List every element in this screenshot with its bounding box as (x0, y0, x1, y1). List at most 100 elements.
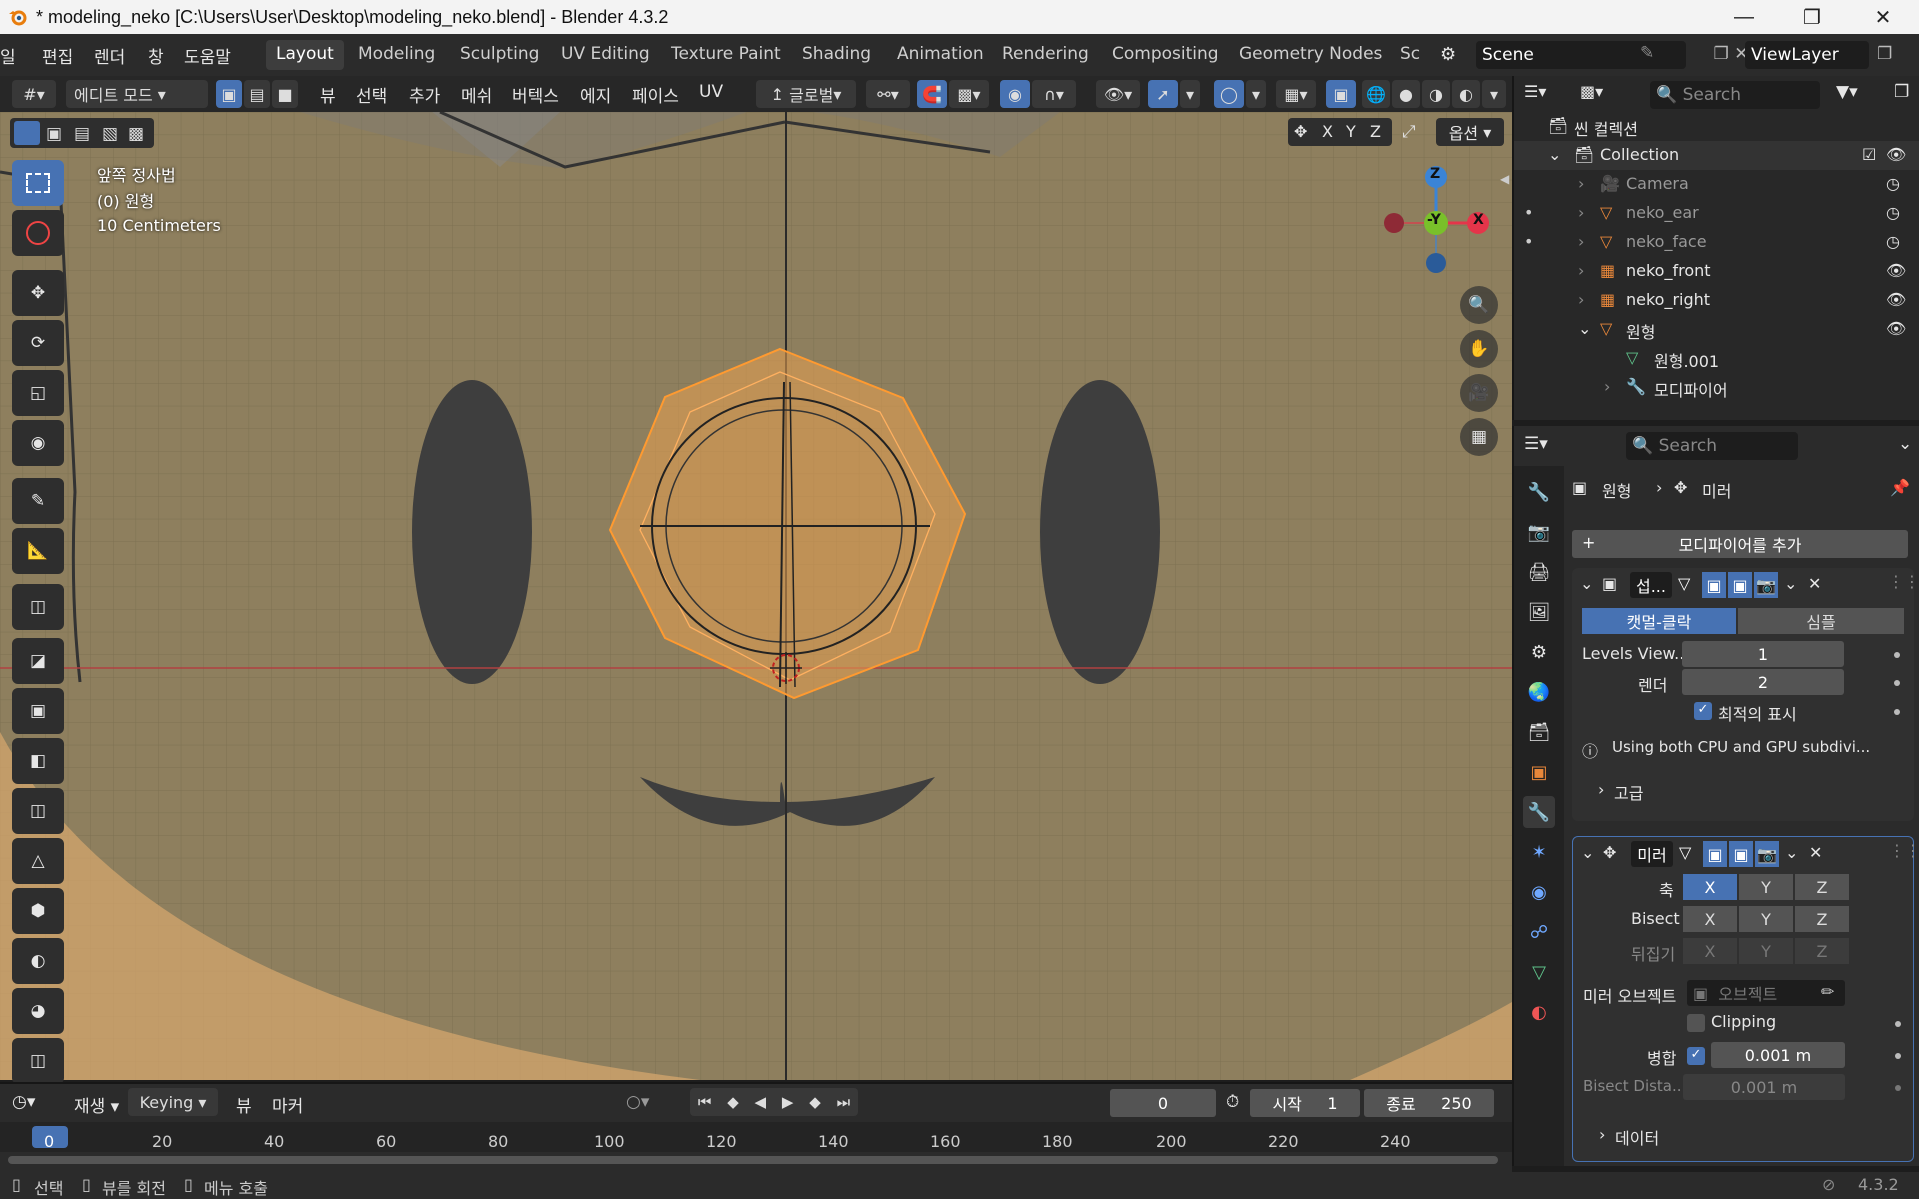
chevron-right-icon[interactable]: › (1599, 1125, 1605, 1144)
overlay-icon[interactable]: ◯ (1214, 80, 1244, 108)
flip-x[interactable]: X (1683, 938, 1737, 964)
jump-start-icon[interactable]: ⏮ (698, 1093, 712, 1111)
add-modifier-button[interactable]: + 모디파이어를 추가 (1572, 530, 1908, 558)
scene-tab-icon[interactable]: ⚙ (1523, 636, 1555, 668)
view-layer-tab-icon[interactable]: 🖼 (1523, 596, 1555, 628)
tab-uv-editing[interactable]: UV Editing (551, 40, 660, 70)
prev-keyframe-icon[interactable]: ◆ (727, 1093, 739, 1111)
chevron-right-icon[interactable]: › (1578, 232, 1584, 251)
menu-file[interactable]: 일 (0, 43, 16, 68)
axis-x-button[interactable]: X (1322, 122, 1333, 141)
face-select-icon[interactable]: ■ (272, 80, 298, 108)
tree-row-neko-face[interactable]: • › ▽ neko_face ◷ (1514, 228, 1919, 257)
display-mode-icon[interactable]: ▩▾ (1580, 82, 1603, 101)
knife-icon[interactable]: △ (12, 838, 64, 884)
measure-icon[interactable]: 📐 (12, 528, 64, 574)
outliner-editor-icon[interactable]: ☰▾ (1524, 82, 1546, 101)
sidebar-toggle-icon[interactable]: ◀ (1500, 172, 1509, 186)
vertex-select-icon[interactable]: ▣ (216, 80, 242, 108)
world-tab-icon[interactable]: 🌏 (1523, 676, 1555, 708)
particles-tab-icon[interactable]: ✶ (1523, 836, 1555, 868)
scale-icon[interactable]: ◱ (12, 370, 64, 416)
select-new-icon[interactable] (14, 121, 40, 145)
auto-merge-icon[interactable]: ⤢ (1402, 122, 1416, 142)
outliner-search[interactable]: 🔍 Search (1650, 81, 1820, 109)
neko-face-visibility-icon[interactable]: ◷ (1886, 232, 1900, 251)
end-frame-field[interactable]: 종료 250 (1364, 1089, 1494, 1117)
3d-viewport[interactable]: 앞쪽 정사법 (0) 원형 10 Centimeters ▣ ▤ ▧ ▩ ✥ X… (0, 112, 1512, 1080)
flip-y[interactable]: Y (1739, 938, 1793, 964)
select-invert-icon[interactable]: ▧ (102, 124, 118, 144)
eye-icon[interactable]: 👁 (1886, 261, 1906, 280)
chevron-down-icon[interactable]: ⌄ (1548, 145, 1561, 164)
eyedropper-icon[interactable]: ✏ (1821, 982, 1834, 1001)
tab-sculpting[interactable]: Sculpting (450, 40, 549, 70)
material-shading-icon[interactable]: ◑ (1422, 80, 1450, 108)
timeline-view-menu[interactable]: 뷰 (236, 1092, 252, 1117)
gizmo-icon[interactable]: ➚ (1148, 80, 1178, 108)
on-cage-icon[interactable]: ▣ (1702, 572, 1726, 598)
extrude-icon[interactable]: ◪ (12, 638, 64, 684)
scene-icon[interactable]: ⚙ (1440, 44, 1456, 65)
menu-window[interactable]: 창 (148, 43, 164, 68)
mode-selector[interactable]: 에디트 모드 ▾ (66, 80, 208, 108)
snap-icon[interactable]: 🧲 (917, 80, 947, 108)
close-button[interactable]: ✕ (1853, 0, 1913, 34)
chevron-down-icon[interactable]: ⌄ (1578, 319, 1591, 338)
pin-icon[interactable]: 📌 (1890, 478, 1910, 497)
transform-icon[interactable]: ◉ (12, 420, 64, 466)
select-extend-icon[interactable]: ▣ (46, 124, 62, 144)
data-tab-icon[interactable]: ▽ (1523, 956, 1555, 988)
menu-view[interactable]: 뷰 (320, 82, 336, 107)
keyframe-dot-icon[interactable] (1895, 1021, 1901, 1027)
add-cube-icon[interactable]: ◫ (12, 584, 64, 630)
next-keyframe-icon[interactable]: ◆ (809, 1093, 821, 1111)
camera-visibility-icon[interactable]: ◷ (1886, 174, 1900, 193)
visibility-icon[interactable]: 👁▾ (1096, 80, 1140, 108)
menu-edit[interactable]: 편집 (42, 43, 73, 68)
tab-modeling[interactable]: Modeling (348, 40, 445, 70)
new-collection-icon[interactable]: ❐ (1894, 82, 1909, 102)
mesh-overlay-icon[interactable]: ▦▾ (1276, 80, 1316, 108)
subsurf-name-field[interactable]: 섭... (1630, 572, 1672, 598)
tree-row-circle-mesh-data[interactable]: ▽ 원형.001 (1514, 344, 1919, 373)
snap-target-icon[interactable]: ▩▾ (949, 80, 989, 108)
menu-uv[interactable]: UV (699, 82, 723, 102)
menu-help[interactable]: 도움말 (184, 43, 231, 68)
mirror-object-field[interactable]: ▣ 오브젝트 ✏ (1687, 980, 1845, 1006)
smooth-icon[interactable]: ◕ (12, 988, 64, 1034)
editor-type-button[interactable]: #▾ (12, 80, 56, 108)
pin-icon[interactable]: ✎ (1640, 43, 1654, 63)
merge-distance-field[interactable]: 0.001 m (1711, 1042, 1845, 1068)
marker-menu[interactable]: 마커 (272, 1092, 303, 1117)
play-reverse-icon[interactable]: ◀ (755, 1093, 767, 1111)
tab-compositing[interactable]: Compositing (1102, 40, 1229, 70)
ortho-grid-icon[interactable]: ▦ (1460, 418, 1498, 456)
mirror-axis-y[interactable]: Y (1739, 874, 1793, 900)
solid-shading-icon[interactable]: ● (1392, 80, 1420, 108)
tab-animation[interactable]: Animation (887, 40, 994, 70)
edge-slide-icon[interactable]: ◫ (12, 1038, 64, 1084)
xray-icon[interactable]: ▣ (1326, 80, 1356, 108)
maximize-button[interactable]: ❐ (1782, 0, 1842, 34)
select-box-icon[interactable] (12, 160, 64, 206)
keyframe-dot-icon[interactable] (1895, 1053, 1901, 1059)
properties-editor-icon[interactable]: ☰▾ (1524, 434, 1548, 454)
keyframe-dot-icon[interactable] (1894, 709, 1900, 715)
camera-view-icon[interactable]: 🎥 (1460, 374, 1498, 412)
material-tab-icon[interactable]: ◐ (1523, 996, 1555, 1028)
overlay-dropdown-icon[interactable]: ▾ (1246, 80, 1266, 108)
render-display-icon[interactable]: 📷 (1754, 572, 1778, 598)
keyframe-dot-icon[interactable] (1894, 680, 1900, 686)
menu-add[interactable]: 추가 (409, 82, 440, 107)
chevron-right-icon[interactable]: › (1578, 261, 1584, 280)
select-subtract-icon[interactable]: ▤ (74, 124, 90, 144)
collapse-icon[interactable]: ⌄ (1898, 434, 1912, 454)
rotate-icon[interactable]: ⟳ (12, 320, 64, 366)
menu-render[interactable]: 렌더 (94, 43, 125, 68)
timeline-editor-icon[interactable]: ◷▾ (12, 1092, 35, 1112)
dropdown-icon[interactable]: ⌄ (1785, 843, 1798, 862)
dropdown-icon[interactable]: ⌄ (1784, 574, 1797, 593)
playback-menu[interactable]: 재생 ▾ (74, 1092, 119, 1117)
rendered-shading-icon[interactable]: ◐ (1452, 80, 1480, 108)
